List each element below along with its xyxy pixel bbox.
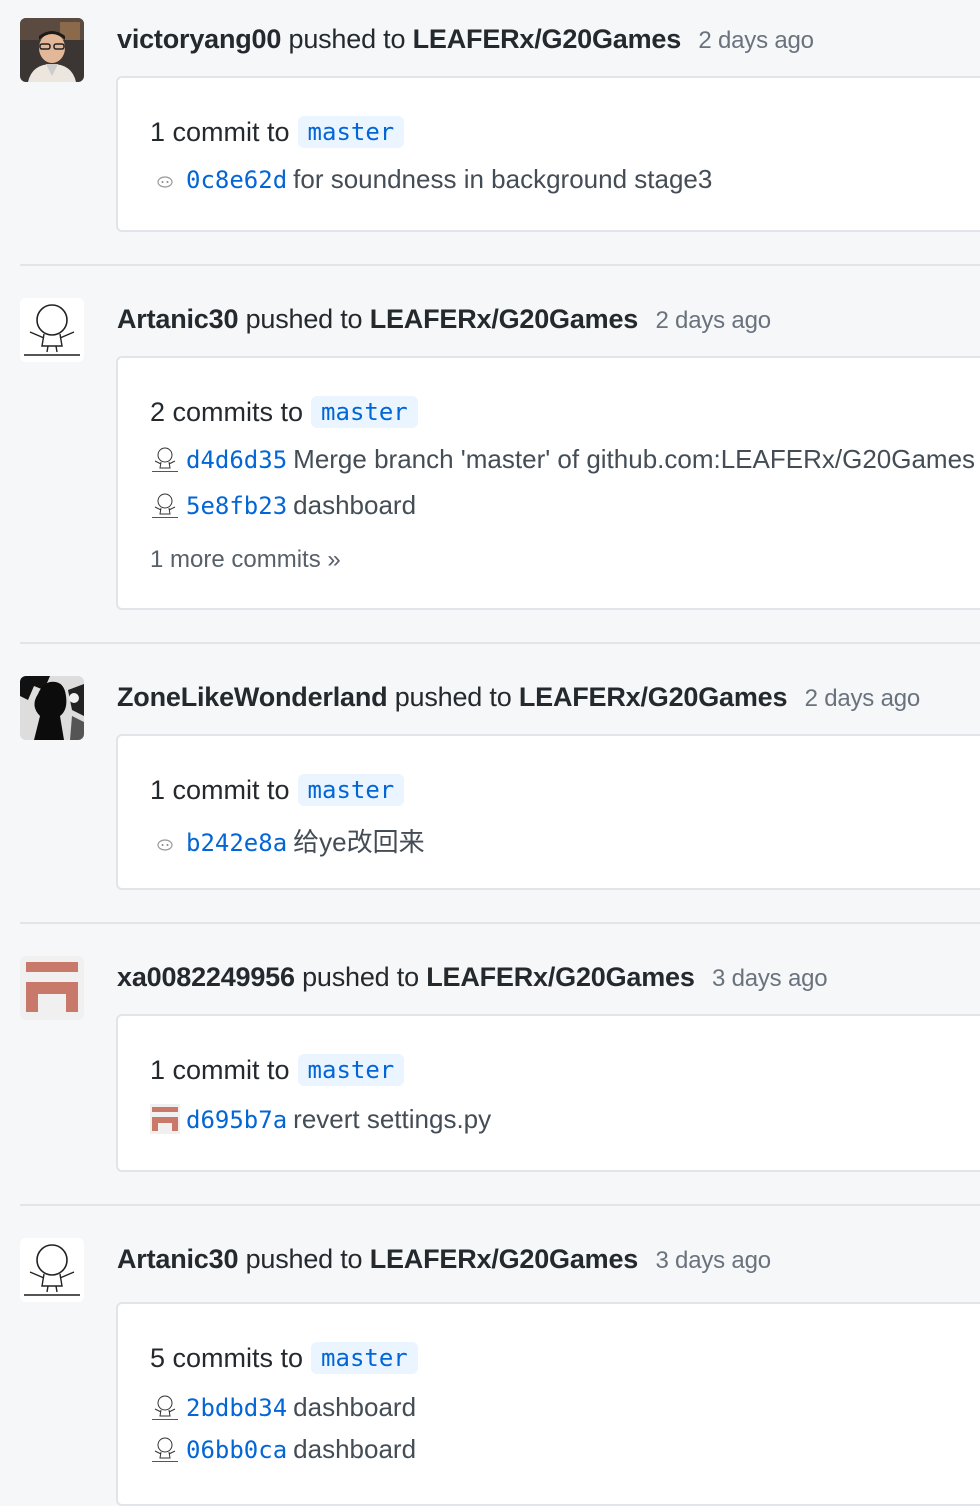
feed-event: victoryang00 pushed to LEAFERx/G20Games … [20, 18, 980, 234]
commit-sha-link[interactable]: d4d6d35 [186, 446, 287, 474]
commit-item: d4d6d35 Merge branch 'master' of github.c… [150, 444, 975, 475]
event-repo-link[interactable]: LEAFERx/G20Games [370, 1244, 639, 1274]
feed-event: Artanic30 pushed to LEAFERx/G20Games 2 d… [20, 298, 980, 612]
event-headline: xa0082249956 pushed to LEAFERx/G20Games … [117, 962, 828, 993]
event-user-link[interactable]: xa0082249956 [117, 962, 295, 992]
sketch-figure-icon[interactable] [150, 1434, 180, 1464]
commit-summary: 1 commit to master [150, 1054, 405, 1086]
commit-sha-link[interactable]: 5e8fb23 [186, 492, 287, 520]
commit-summary: 1 commit to master [150, 116, 405, 148]
commit-sha-link[interactable]: b242e8a [186, 829, 287, 857]
tiny-face-icon[interactable] [150, 164, 180, 194]
branch-link[interactable]: master [311, 396, 418, 428]
event-verb: pushed to [288, 24, 406, 54]
event-repo-link[interactable]: LEAFERx/G20Games [426, 962, 695, 992]
user-avatar[interactable] [20, 676, 84, 740]
event-repo-link[interactable]: LEAFERx/G20Games [413, 24, 682, 54]
branch-link[interactable]: master [297, 774, 405, 806]
event-time: 2 days ago [655, 307, 771, 334]
commit-count-text: 1 commit to [150, 1055, 290, 1085]
sketch-figure-icon[interactable] [150, 444, 180, 474]
branch-link[interactable]: master [311, 1342, 418, 1374]
user-avatar[interactable] [20, 298, 84, 362]
commit-count-text: 1 commit to [150, 117, 290, 147]
event-verb: pushed to [245, 1244, 363, 1274]
event-divider [20, 642, 980, 644]
feed-event: ZoneLikeWonderland pushed to LEAFERx/G20… [20, 676, 980, 892]
commit-message: dashboard [293, 490, 417, 520]
silhouette-avatar-icon [20, 676, 84, 740]
commit-summary: 2 commits to master [150, 396, 418, 428]
event-card: 1 commit to master d695b7a revert settings… [116, 1014, 980, 1172]
branch-link[interactable]: master [297, 1054, 405, 1086]
commit-message: 给ye改回来 [293, 827, 425, 857]
identicon-avatar-icon [20, 956, 84, 1020]
commit-message: dashboard [293, 1434, 417, 1464]
more-commits-link[interactable]: 1 more commits » [150, 546, 341, 574]
event-user-link[interactable]: ZoneLikeWonderland [117, 682, 388, 712]
event-card: 5 commits to master 2bdbd34 dashboard 06bb… [116, 1302, 980, 1506]
sketch-figure-avatar-icon [20, 1238, 84, 1302]
feed-event: xa0082249956 pushed to LEAFERx/G20Games … [20, 956, 980, 1176]
commit-message: Merge branch 'master' of github.com:LEAF… [293, 444, 976, 474]
event-repo-link[interactable]: LEAFERx/G20Games [519, 682, 788, 712]
tiny-face-icon[interactable] [150, 827, 180, 857]
event-card: 1 commit to master b242e8a 给ye改回来 [116, 734, 980, 890]
commit-sha-link[interactable]: 0c8e62d [186, 166, 287, 194]
branch-link[interactable]: master [297, 116, 405, 148]
commit-item: d695b7a revert settings.py [150, 1104, 491, 1135]
event-card: 1 commit to master 0c8e62d for soundness i… [116, 76, 980, 232]
commit-message: for soundness in background stage3 [293, 164, 713, 194]
event-time: 2 days ago [804, 685, 921, 712]
user-avatar[interactable] [20, 18, 84, 82]
sketch-figure-icon[interactable] [150, 490, 180, 520]
commit-summary: 5 commits to master [150, 1342, 418, 1374]
event-verb: pushed to [394, 682, 512, 712]
commit-item: 2bdbd34 dashboard [150, 1392, 416, 1423]
commit-item: 0c8e62d for soundness in background stage… [150, 164, 712, 195]
commit-message: revert settings.py [293, 1104, 492, 1134]
user-avatar[interactable] [20, 956, 84, 1020]
commit-sha-link[interactable]: 2bdbd34 [186, 1394, 287, 1422]
user-avatar[interactable] [20, 1238, 84, 1302]
commit-sha-link[interactable]: d695b7a [186, 1106, 287, 1134]
sketch-figure-icon[interactable] [150, 1392, 180, 1422]
event-time: 2 days ago [698, 27, 814, 54]
event-headline: Artanic30 pushed to LEAFERx/G20Games 2 d… [117, 304, 771, 335]
commit-count-text: 5 commits to [150, 1343, 304, 1373]
event-divider [20, 922, 980, 924]
event-headline: ZoneLikeWonderland pushed to LEAFERx/G20… [117, 682, 920, 713]
event-repo-link[interactable]: LEAFERx/G20Games [370, 304, 639, 334]
commit-item: 5e8fb23 dashboard [150, 490, 416, 521]
commit-count-text: 1 commit to [150, 775, 290, 805]
photo-avatar-icon [20, 18, 84, 82]
event-time: 3 days ago [655, 1247, 771, 1274]
feed-event: Artanic30 pushed to LEAFERx/G20Games 3 d… [20, 1238, 980, 1506]
commit-summary: 1 commit to master [150, 774, 405, 806]
event-user-link[interactable]: Artanic30 [117, 1244, 238, 1274]
event-divider [20, 1204, 980, 1206]
event-card: 2 commits to master d4d6d35 Merge branch '… [116, 356, 980, 610]
event-user-link[interactable]: Artanic30 [117, 304, 238, 334]
commit-sha-link[interactable]: 06bb0ca [186, 1436, 287, 1464]
event-time: 3 days ago [711, 965, 828, 992]
event-user-link[interactable]: victoryang00 [117, 24, 281, 54]
event-headline: Artanic30 pushed to LEAFERx/G20Games 3 d… [117, 1244, 771, 1275]
commit-count-text: 2 commits to [150, 397, 304, 427]
event-divider [20, 264, 980, 266]
identicon-icon[interactable] [150, 1104, 180, 1134]
event-headline: victoryang00 pushed to LEAFERx/G20Games … [117, 24, 814, 55]
commit-item: b242e8a 给ye改回来 [150, 822, 425, 859]
commit-message: dashboard [293, 1392, 417, 1422]
event-verb: pushed to [302, 962, 419, 992]
sketch-figure-avatar-icon [20, 298, 84, 362]
event-verb: pushed to [245, 304, 363, 334]
